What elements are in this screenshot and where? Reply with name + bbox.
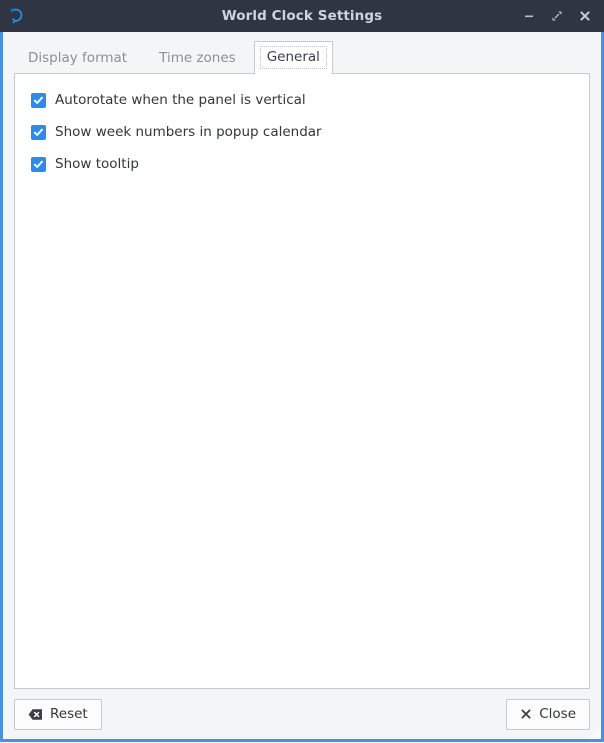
tab-display-format-label: Display format	[28, 50, 128, 66]
backspace-erase-icon	[28, 708, 43, 721]
window-client-area: Display format Time zones General Autoro…	[3, 32, 601, 739]
close-dialog-button-label: Close	[539, 705, 576, 722]
tab-time-zones-label: Time zones	[159, 50, 236, 66]
close-icon	[579, 10, 591, 22]
window-titlebar[interactable]: World Clock Settings	[0, 0, 604, 32]
checkbox-show-tooltip[interactable]	[31, 156, 46, 172]
check-icon	[33, 95, 44, 106]
close-x-icon	[520, 708, 532, 720]
resize-grip[interactable]	[585, 723, 601, 739]
check-icon	[33, 159, 44, 170]
window-title: World Clock Settings	[221, 8, 383, 24]
tab-general-label: General	[259, 46, 327, 69]
maximize-icon	[551, 10, 563, 22]
clock-app-icon	[8, 5, 30, 27]
minimize-icon	[523, 10, 535, 22]
option-autorotate[interactable]: Autorotate when the panel is vertical	[31, 88, 573, 112]
settings-tabstrip: Display format Time zones General	[3, 32, 601, 75]
close-button[interactable]	[572, 3, 598, 29]
tab-display-format[interactable]: Display format	[14, 43, 141, 74]
option-week-numbers-label: Show week numbers in popup calendar	[55, 123, 322, 140]
checkbox-week-numbers[interactable]	[31, 124, 46, 140]
minimize-button[interactable]	[516, 3, 542, 29]
tab-time-zones[interactable]: Time zones	[145, 43, 250, 74]
tab-general[interactable]: General	[253, 41, 333, 75]
check-icon	[33, 127, 44, 138]
reset-button[interactable]: Reset	[14, 698, 102, 730]
option-week-numbers[interactable]: Show week numbers in popup calendar	[31, 120, 573, 144]
maximize-button[interactable]	[544, 3, 570, 29]
window-controls	[516, 0, 598, 32]
reset-button-label: Reset	[50, 705, 88, 722]
settings-window: World Clock Settings Display format Time…	[0, 0, 604, 742]
option-show-tooltip[interactable]: Show tooltip	[31, 152, 573, 176]
close-dialog-button[interactable]: Close	[506, 698, 590, 730]
option-autorotate-label: Autorotate when the panel is vertical	[55, 91, 306, 108]
dialog-button-bar: Reset Close	[3, 689, 601, 739]
general-settings-panel: Autorotate when the panel is vertical Sh…	[14, 73, 590, 689]
option-show-tooltip-label: Show tooltip	[55, 155, 139, 172]
checkbox-autorotate[interactable]	[31, 92, 46, 108]
